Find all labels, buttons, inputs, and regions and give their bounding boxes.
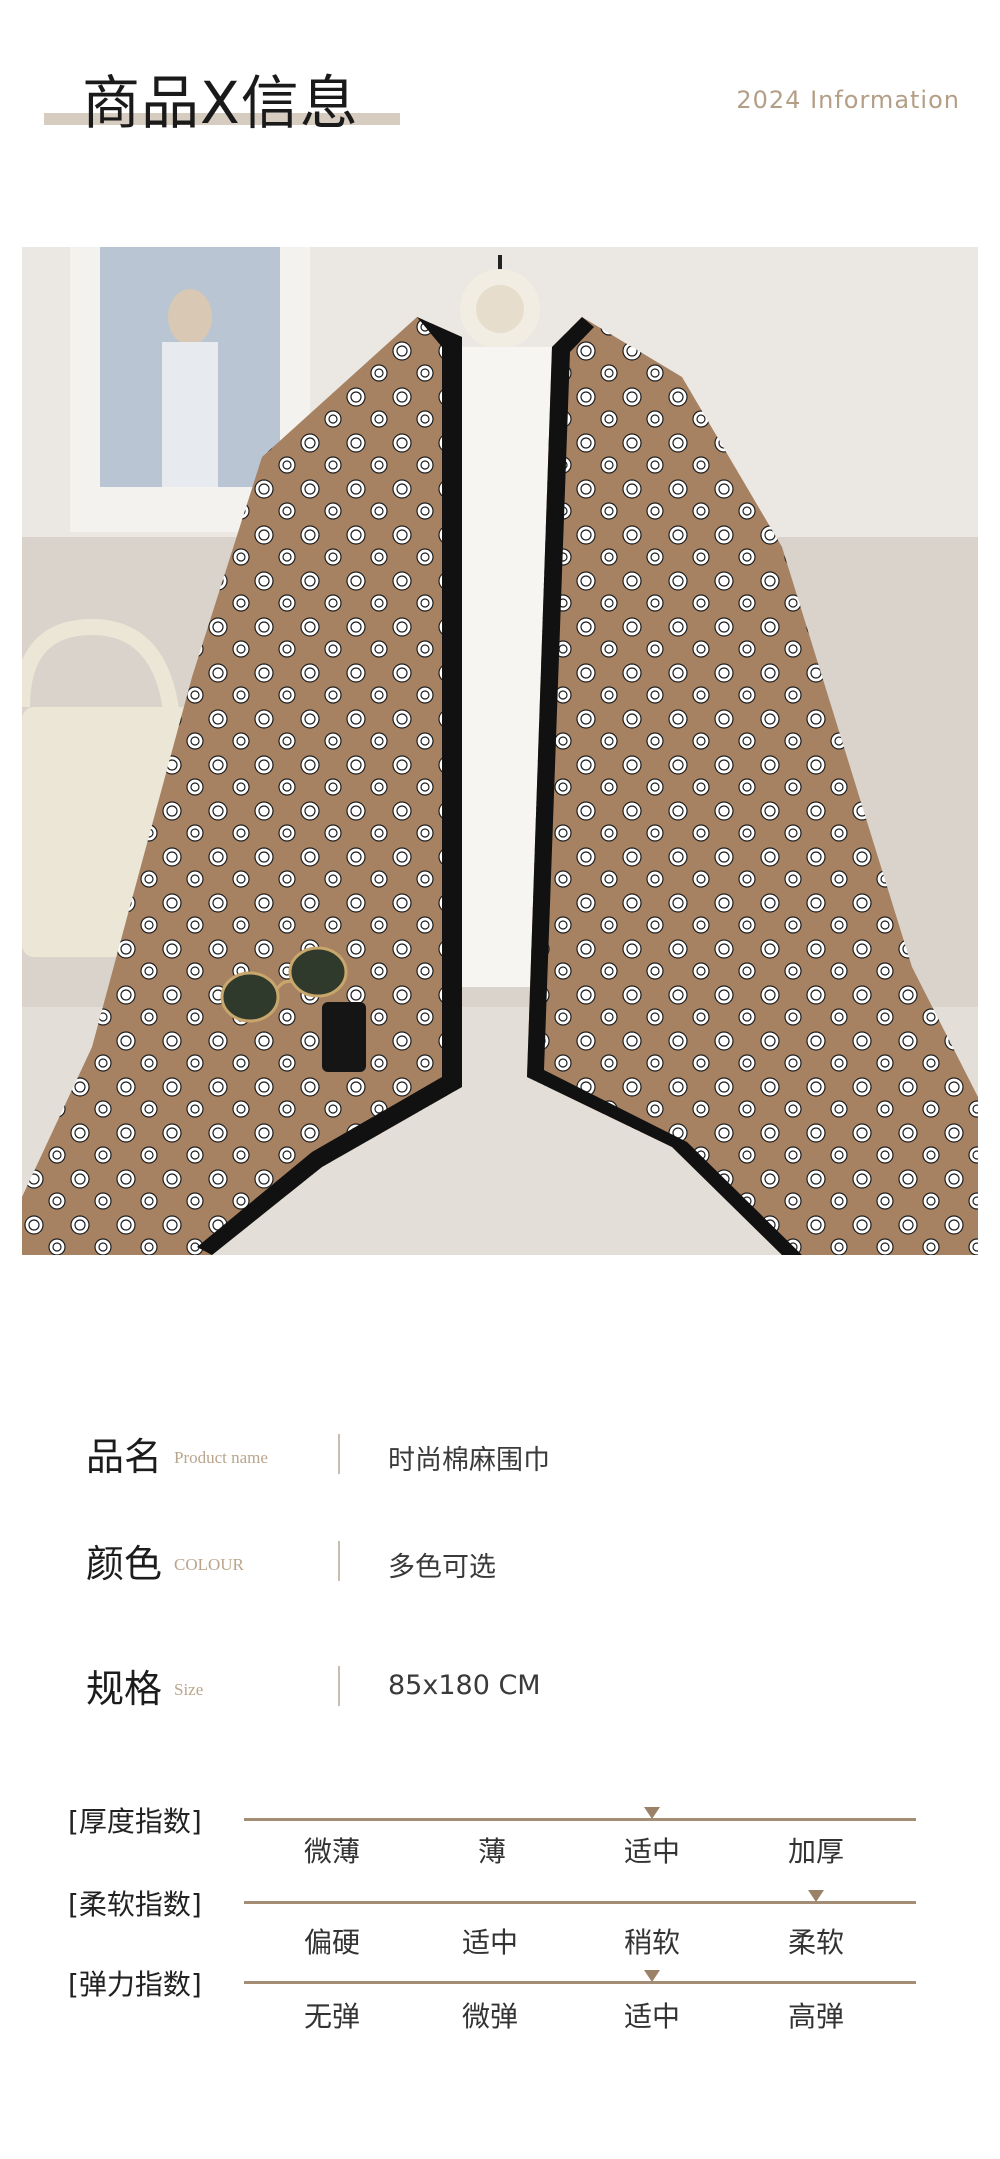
scarf-illustration: [22, 247, 978, 1255]
scale-option: 微弹: [461, 2000, 519, 2033]
scale-option: 稍软: [623, 1926, 681, 1959]
scale-option: 薄: [477, 1835, 507, 1868]
scale-line: [244, 1981, 916, 1984]
info-label-en: Product name: [174, 1448, 268, 1467]
scale-option: 适中: [623, 1835, 681, 1868]
info-label-en: Size: [174, 1680, 204, 1699]
info-label-en: COLOUR: [174, 1555, 244, 1574]
info-row-colour: 颜色 COLOUR 多色可选: [0, 1525, 1000, 1595]
scale-option: 适中: [623, 2000, 681, 2033]
scale-label: [弹力指数]: [68, 1968, 202, 2001]
divider: [338, 1666, 340, 1706]
scale-option: 加厚: [787, 1835, 845, 1868]
info-value: 85x180 CM: [388, 1670, 541, 1701]
selected-marker-icon: [644, 1970, 660, 1982]
scale-line: [244, 1818, 916, 1821]
selected-marker-icon: [644, 1807, 660, 1819]
scale-softness: [柔软指数] 偏硬 适中 稍软 柔软: [0, 1883, 1000, 1963]
info-label: 颜色: [86, 1542, 163, 1586]
scale-thickness: [厚度指数] 微薄 薄 适中 加厚: [0, 1800, 1000, 1880]
info-row-size: 规格 Size 85x180 CM: [0, 1650, 1000, 1720]
info-row-product-name: 品名 Product name 时尚棉麻围巾: [0, 1418, 1000, 1488]
product-photo: [22, 247, 978, 1255]
scale-option: 适中: [461, 1926, 519, 1959]
info-label: 规格: [86, 1667, 163, 1711]
info-value: 多色可选: [388, 1552, 496, 1583]
selected-marker-icon: [808, 1890, 824, 1902]
divider: [338, 1434, 340, 1474]
scale-elasticity: [弹力指数] 无弹 微弹 适中 高弹: [0, 1963, 1000, 2043]
info-value: 时尚棉麻围巾: [388, 1445, 550, 1476]
scale-option: 微薄: [303, 1835, 361, 1868]
scale-option: 无弹: [303, 2000, 361, 2033]
scale-label: [柔软指数]: [68, 1888, 202, 1921]
scale-option: 偏硬: [303, 1926, 361, 1959]
scale-label: [厚度指数]: [68, 1805, 202, 1838]
page-title: 商品X信息: [82, 69, 359, 137]
scale-option: 高弹: [787, 2000, 845, 2033]
info-label: 品名: [86, 1435, 163, 1479]
scale-option: 柔软: [787, 1926, 845, 1959]
page-subtitle: 2024 Information: [736, 86, 960, 114]
divider: [338, 1541, 340, 1581]
